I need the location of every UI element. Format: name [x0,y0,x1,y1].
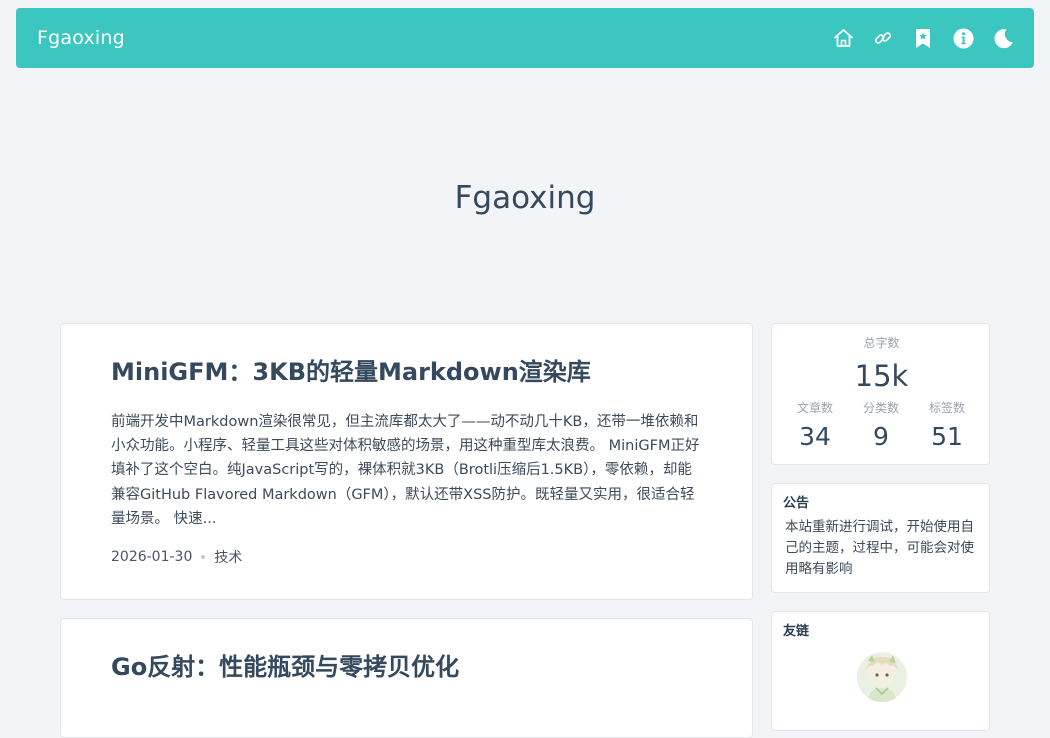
post-card: MiniGFM：3KB的轻量Markdown渲染库 前端开发中Markdown渲… [60,323,753,600]
post-title[interactable]: MiniGFM：3KB的轻量Markdown渲染库 [111,352,702,392]
post-meta: 2026-01-30 技术 [111,547,702,567]
notice-text: 本站重新进行调试，开始使用自己的主题，过程中，可能会对使用略有影响 [785,519,974,577]
stat-label: 文章数 [796,401,833,415]
link-icon[interactable] [872,27,894,49]
info-icon[interactable] [952,27,974,49]
stat-label: 标签数 [928,401,965,415]
stat-value: 34 [799,422,831,451]
stat-total-words: 总字数 15k [772,335,991,396]
bookmark-icon[interactable] [912,27,934,49]
site-stats-widget: 总字数 15k 文章数 34 分类数 9 标签数 51 [771,323,990,465]
friend-links-title: 友链 [783,624,810,639]
stat-articles[interactable]: 文章数 34 [789,400,841,453]
home-icon[interactable] [832,27,854,49]
nav-icon-group [832,27,1014,49]
stat-label: 总字数 [863,336,900,350]
meta-separator-dot [201,555,206,559]
friend-links-widget: 友链 [771,611,990,731]
site-brand[interactable]: Fgaoxing [37,27,125,49]
stat-value: 51 [931,422,963,451]
stat-value: 15k [854,359,909,393]
hero-title: Fgaoxing [454,180,596,216]
post-title[interactable]: Go反射：性能瓶颈与零拷贝优化 [111,647,702,687]
notice-widget: 公告 本站重新进行调试，开始使用自己的主题，过程中，可能会对使用略有影响 [771,483,990,593]
notice-title: 公告 [783,496,810,511]
post-category[interactable]: 技术 [214,547,242,567]
stat-tags[interactable]: 标签数 51 [921,400,973,453]
post-date: 2026-01-30 [111,549,193,565]
stat-value: 9 [873,422,889,451]
stat-label: 分类数 [862,401,899,415]
top-navbar: Fgaoxing [16,8,1034,68]
stat-categories[interactable]: 分类数 9 [855,400,907,453]
post-excerpt: 前端开发中Markdown渲染很常见，但主流库都太大了——动不动几十KB，还带一… [111,414,700,527]
moon-icon[interactable] [992,27,1014,49]
friend-avatar[interactable] [857,652,907,702]
post-card: Go反射：性能瓶颈与零拷贝优化 [60,618,753,738]
